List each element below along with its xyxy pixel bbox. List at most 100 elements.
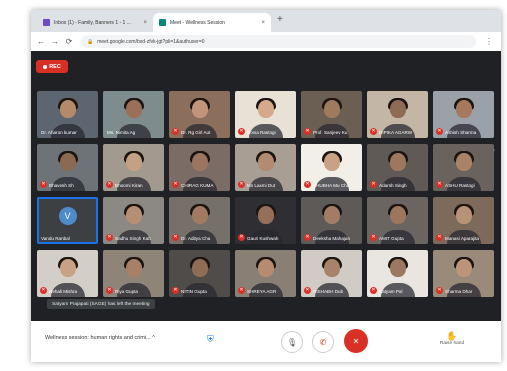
participant-tile[interactable]: ✕ Dr. Rg Girl Aut	[169, 91, 230, 138]
participant-face	[455, 259, 472, 277]
participant-name: DIPIKA AGARW	[379, 130, 413, 135]
participant-face	[125, 259, 142, 277]
meeting-controls: Wellness session: human rights and crimi…	[31, 321, 501, 362]
participant-tile[interactable]: Dr. Aharon kumar	[37, 91, 98, 138]
participant-name: RISHABH Dub	[313, 289, 344, 294]
participant-tile[interactable]: ✕ Satyam Pal	[367, 250, 428, 297]
reload-icon[interactable]: ⟳	[65, 37, 73, 46]
participant-tile[interactable]: ✕ Ms Laxmi Dut	[235, 144, 296, 191]
mic-muted-icon: ✕	[40, 181, 47, 188]
participant-face	[191, 100, 208, 118]
participant-face	[59, 153, 76, 171]
participant-tile[interactable]: ✕ Manasi Aparajita	[433, 197, 494, 244]
mic-muted-icon: ✕	[370, 181, 377, 188]
participant-tile[interactable]: ✕ NITIN Gupta	[169, 250, 230, 297]
tab-label: Inbox (1) - Family, Banners 1 - 1 ...	[54, 19, 131, 26]
mic-muted-icon: ✕	[172, 181, 179, 188]
participant-tile[interactable]: V Vandu Ranbal	[37, 197, 98, 244]
participant-name: Dr. Rg Girl Aut	[181, 130, 211, 135]
participant-tile[interactable]: ✕ Gauri Kushwah	[235, 197, 296, 244]
mic-muted-icon: ✕	[304, 181, 311, 188]
forward-icon[interactable]: →	[51, 37, 59, 46]
mic-muted-icon: ✕	[370, 287, 377, 294]
participant-name: ASHU Rastogi	[445, 183, 475, 188]
participant-face	[323, 206, 340, 224]
participant-tile[interactable]: ✕ Prof. Sanjeev Ku	[301, 91, 362, 138]
participant-face	[191, 259, 208, 277]
new-tab-button[interactable]: +	[277, 15, 283, 25]
participant-face	[389, 100, 406, 118]
participant-tile[interactable]: ✕ Deeksha Mahajan	[301, 197, 362, 244]
mic-muted-icon: ✕	[40, 287, 47, 294]
close-tab-icon[interactable]: ×	[143, 20, 147, 26]
browser-menu-icon[interactable]: ⋮	[485, 37, 493, 46]
participant-face	[455, 153, 472, 171]
participant-tile[interactable]: ✕ CHIRAG KUMA	[169, 144, 230, 191]
mic-muted-icon: ✕	[436, 128, 443, 135]
participant-name: Gauri Kushwah	[247, 236, 279, 241]
participant-tile[interactable]: ✕ RISHABH Dub	[301, 250, 362, 297]
back-icon[interactable]: ←	[37, 37, 45, 46]
participant-tile[interactable]: ✕ DIPIKA AGARW	[367, 91, 428, 138]
participant-name: SHUBHA Mu Cha	[313, 183, 350, 188]
mic-muted-icon: ✕	[370, 128, 377, 135]
tab-meet[interactable]: Meet - Wellness Session ×	[153, 13, 271, 32]
mic-muted-icon: ✕	[172, 234, 179, 241]
participant-name: AMIT Gupta	[379, 236, 404, 241]
raise-hand-button[interactable]: ✋ Raise hand	[434, 331, 470, 346]
meeting-stage: REC Dr. Aharon kumar Ms. Nimita Ag ✕ Dr. Rg…	[31, 51, 501, 362]
tab-inbox[interactable]: Inbox (1) - Family, Banners 1 - 1 ... ×	[37, 13, 153, 32]
participant-name: Adarsh Singh	[379, 183, 407, 188]
microphone-button[interactable]: 🎙	[281, 331, 303, 353]
scroll-right-icon[interactable]: ›	[493, 148, 495, 154]
participant-face	[455, 206, 472, 224]
participant-tile[interactable]: ✕ AMIT Gupta	[367, 197, 428, 244]
participant-tile[interactable]: ✕ Bhoomi Kiran	[103, 144, 164, 191]
mic-muted-icon: ✕	[370, 234, 377, 241]
participant-name: Dr. Aditya Cha	[181, 236, 211, 241]
end-call-button[interactable]: ✆	[312, 331, 334, 353]
address-bar: ← → ⟳ 🔒 meet.google.com/bxd-zfvk-jgt?pli…	[31, 32, 501, 52]
participant-name: Satyam Pal	[379, 289, 403, 294]
participant-tile[interactable]: ✕ Sonia Rastogi	[235, 91, 296, 138]
participant-tile[interactable]: ✕ ASHU Rastogi	[433, 144, 494, 191]
camera-off-icon: ✕	[352, 336, 360, 346]
participant-face	[191, 206, 208, 224]
participant-name: Bhavesh Sh	[49, 183, 74, 188]
hand-icon: ✋	[446, 331, 458, 341]
participant-tile[interactable]: ✕ Nehali Mishra	[37, 250, 98, 297]
close-tab-icon[interactable]: ×	[261, 20, 265, 26]
participant-tile[interactable]: ✕ Riya Gupta	[103, 250, 164, 297]
participant-tile[interactable]: ✕ SHUBHA Mu Cha	[301, 144, 362, 191]
camera-off-button[interactable]: ✕	[344, 329, 368, 353]
tab-strip: Inbox (1) - Family, Banners 1 - 1 ... × …	[31, 10, 501, 32]
participant-tile[interactable]: ✕ Bhavesh Sh	[37, 144, 98, 191]
participant-tile[interactable]: ✕ Sharma Dhar	[433, 250, 494, 297]
participant-name: Bhoomi Kiran	[115, 183, 143, 188]
participant-tile[interactable]: ✕ Adarsh Singh	[367, 144, 428, 191]
inbox-favicon-icon	[43, 19, 50, 26]
participant-face	[59, 259, 76, 277]
microphone-icon: 🎙	[286, 337, 298, 347]
participant-face	[389, 259, 406, 277]
participant-tile[interactable]: ✕ Sadhu Singh Kab	[103, 197, 164, 244]
meeting-details-button[interactable]: Wellness session: human rights and crimi…	[45, 335, 155, 341]
mic-muted-icon: ✕	[304, 128, 311, 135]
participant-name: Sonia Rastogi	[247, 130, 276, 135]
participant-tile[interactable]: ✕ Dr. Aditya Cha	[169, 197, 230, 244]
mic-muted-icon: ✕	[304, 234, 311, 241]
url-field[interactable]: 🔒 meet.google.com/bxd-zfvk-jgt?pli=1&aut…	[81, 35, 476, 48]
mic-muted-icon: ✕	[436, 287, 443, 294]
mic-muted-icon: ✕	[436, 234, 443, 241]
participant-face	[323, 153, 340, 171]
shield-icon[interactable]: ⛨	[207, 334, 214, 345]
tab-label: Meet - Wellness Session	[170, 19, 225, 26]
participant-tile[interactable]: Ms. Nimita Ag	[103, 91, 164, 138]
participant-face	[389, 153, 406, 171]
participant-tile[interactable]: ✕ SHREYA AGR	[235, 250, 296, 297]
participant-face	[125, 100, 142, 118]
participant-tile[interactable]: ✕ Ashish Sharma	[433, 91, 494, 138]
participant-face	[257, 206, 274, 224]
raise-hand-label: Raise hand	[439, 341, 465, 346]
participant-name: Deeksha Mahajan	[313, 236, 351, 241]
